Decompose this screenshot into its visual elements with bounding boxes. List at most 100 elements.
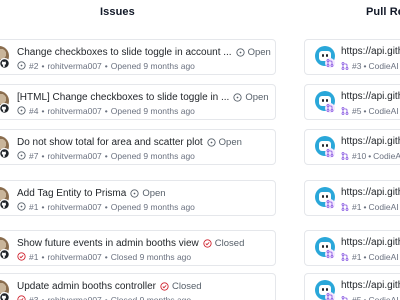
pull-request-author[interactable]: CodieAI xyxy=(368,295,398,300)
status-badge: Open xyxy=(207,137,242,148)
issue-meta: #3 • rohitverma007 • Closed 9 months ago xyxy=(17,294,191,300)
meta-separator: • xyxy=(104,294,108,300)
pull-request-title[interactable]: https://api.github xyxy=(341,187,400,198)
meta-separator: • xyxy=(104,105,108,116)
pull-request-icon xyxy=(341,253,349,261)
pull-request-card[interactable]: https://api.github #5•CodieAI xyxy=(304,84,400,120)
issue-card[interactable]: [HTML] Change checkboxes to slide toggle… xyxy=(0,84,276,120)
pull-request-meta: #5 • CodieAI xyxy=(341,106,399,116)
issue-number: #7 xyxy=(29,150,39,161)
pull-request-author[interactable]: CodieAI xyxy=(373,151,400,161)
pull-request-icon xyxy=(325,148,335,158)
issue-verb: Opened xyxy=(110,201,142,212)
pull-request-meta: #1 • CodieAI xyxy=(341,252,399,262)
issue-title[interactable]: Add Tag Entity to Prisma xyxy=(17,188,126,199)
issue-open-icon xyxy=(17,202,26,211)
meta-separator: • xyxy=(363,202,367,212)
pull-request-meta: #10•CodieAI xyxy=(341,151,400,161)
issue-card[interactable]: Show future events in admin booths view C… xyxy=(0,230,276,266)
meta-separator: • xyxy=(368,151,372,161)
github-icon xyxy=(0,249,10,260)
status-label: Open xyxy=(142,187,166,199)
issue-author[interactable]: rohitverma007 xyxy=(47,202,101,212)
pull-request-title[interactable]: https://api.github xyxy=(341,280,400,291)
github-icon xyxy=(0,103,10,114)
issue-author[interactable]: rohitverma007 xyxy=(47,106,101,116)
pull-request-title[interactable]: https://api.github xyxy=(341,91,400,102)
pull-request-icon xyxy=(325,292,335,300)
issue-meta: #1 • rohitverma007 • Closed 9 months ago xyxy=(17,251,191,262)
pull-request-title[interactable]: https://api.github xyxy=(341,46,400,57)
integration-dashboard: Issues Pull Requests Change checkboxes t… xyxy=(0,0,400,300)
issue-open-icon xyxy=(17,106,26,115)
pull-request-meta: #1 • CodieAI xyxy=(341,202,399,212)
pull-request-card[interactable]: https://api.github #1•CodieAI xyxy=(304,180,400,216)
pull-request-meta: #3 • CodieAI xyxy=(341,61,399,71)
issue-card[interactable]: Add Tag Entity to Prisma Open #1 • rohitverm… xyxy=(0,180,276,216)
issue-meta: #1 • rohitverma007 • Opened 9 months ago xyxy=(17,201,195,212)
pull-request-card[interactable]: https://api.github #5•CodieAI xyxy=(304,273,400,300)
github-icon xyxy=(0,148,10,159)
github-icon xyxy=(0,292,10,300)
meta-separator: • xyxy=(104,251,108,262)
pull-request-card[interactable]: https://api.github #10•CodieAI xyxy=(304,129,400,165)
pull-request-icon xyxy=(341,203,349,211)
meta-separator: • xyxy=(41,60,45,71)
pull-request-author[interactable]: CodieAI xyxy=(368,106,398,116)
issue-meta: #7 • rohitverma007 • Opened 9 months ago xyxy=(17,150,195,161)
pull-request-icon xyxy=(325,58,335,68)
issue-title[interactable]: Do not show total for area and scatter p… xyxy=(17,137,203,148)
issue-card[interactable]: Change checkboxes to slide toggle in acc… xyxy=(0,39,276,75)
status-label: Open xyxy=(247,46,271,58)
meta-separator: • xyxy=(363,61,367,71)
issue-title[interactable]: Change checkboxes to slide toggle in acc… xyxy=(17,47,232,58)
github-icon xyxy=(0,199,10,210)
issue-number: #4 xyxy=(29,105,39,116)
issue-author[interactable]: rohitverma007 xyxy=(47,295,101,300)
issue-author[interactable]: rohitverma007 xyxy=(47,252,101,262)
pull-request-card[interactable]: https://api.github #3•CodieAI xyxy=(304,39,400,75)
issue-author[interactable]: rohitverma007 xyxy=(47,151,101,161)
issues-column-title: Issues xyxy=(100,6,135,18)
issue-verb: Opened xyxy=(110,60,142,71)
pull-request-number: #5 xyxy=(352,106,362,116)
pull-request-author[interactable]: CodieAI xyxy=(368,61,398,71)
pull-request-card[interactable]: https://api.github #1•CodieAI xyxy=(304,230,400,266)
status-badge: Open xyxy=(130,187,166,199)
status-label: Closed xyxy=(214,237,245,249)
issue-title[interactable]: Update admin booths controller xyxy=(17,281,156,292)
issue-title[interactable]: Show future events in admin booths view xyxy=(17,238,199,249)
issue-time: 9 months ago xyxy=(143,105,195,116)
issue-time: 9 months ago xyxy=(139,294,192,300)
pull-request-number: #1 xyxy=(352,202,362,212)
pull-request-icon xyxy=(325,103,335,113)
pull-request-title[interactable]: https://api.github xyxy=(341,237,400,248)
issue-author[interactable]: rohitverma007 xyxy=(47,61,101,71)
issue-closed-icon xyxy=(203,238,212,248)
status-label: Closed xyxy=(171,280,202,292)
issue-time: 9 months ago xyxy=(143,201,195,212)
issue-title[interactable]: [HTML] Change checkboxes to slide toggle… xyxy=(17,92,229,103)
pull-request-icon xyxy=(341,296,349,300)
meta-separator: • xyxy=(41,251,45,262)
pull-request-author[interactable]: CodieAI xyxy=(368,202,398,212)
status-badge: Open xyxy=(235,46,271,58)
status-label: Open xyxy=(245,91,269,103)
meta-separator: • xyxy=(41,201,45,212)
pull-request-meta: #5 • CodieAI xyxy=(341,295,399,300)
meta-separator: • xyxy=(104,60,108,71)
meta-separator: • xyxy=(104,150,108,161)
pull-request-title[interactable]: https://api.github xyxy=(341,136,400,147)
issue-card[interactable]: Do not show total for area and scatter p… xyxy=(0,129,276,165)
issue-card[interactable]: Update admin booths controller Closed #3 • r… xyxy=(0,273,276,300)
meta-separator: • xyxy=(363,295,367,300)
pull-request-number: #5 xyxy=(352,295,362,300)
pull-request-icon xyxy=(341,62,349,70)
github-icon xyxy=(0,58,10,69)
pull-request-author[interactable]: CodieAI xyxy=(368,252,398,262)
status-badge: Closed xyxy=(203,237,245,249)
pull-request-number: #1 xyxy=(352,252,362,262)
pull-request-icon xyxy=(341,152,349,160)
issue-meta: #4 • rohitverma007 • Opened 9 months ago xyxy=(17,105,195,116)
issue-closed-icon xyxy=(17,295,26,300)
